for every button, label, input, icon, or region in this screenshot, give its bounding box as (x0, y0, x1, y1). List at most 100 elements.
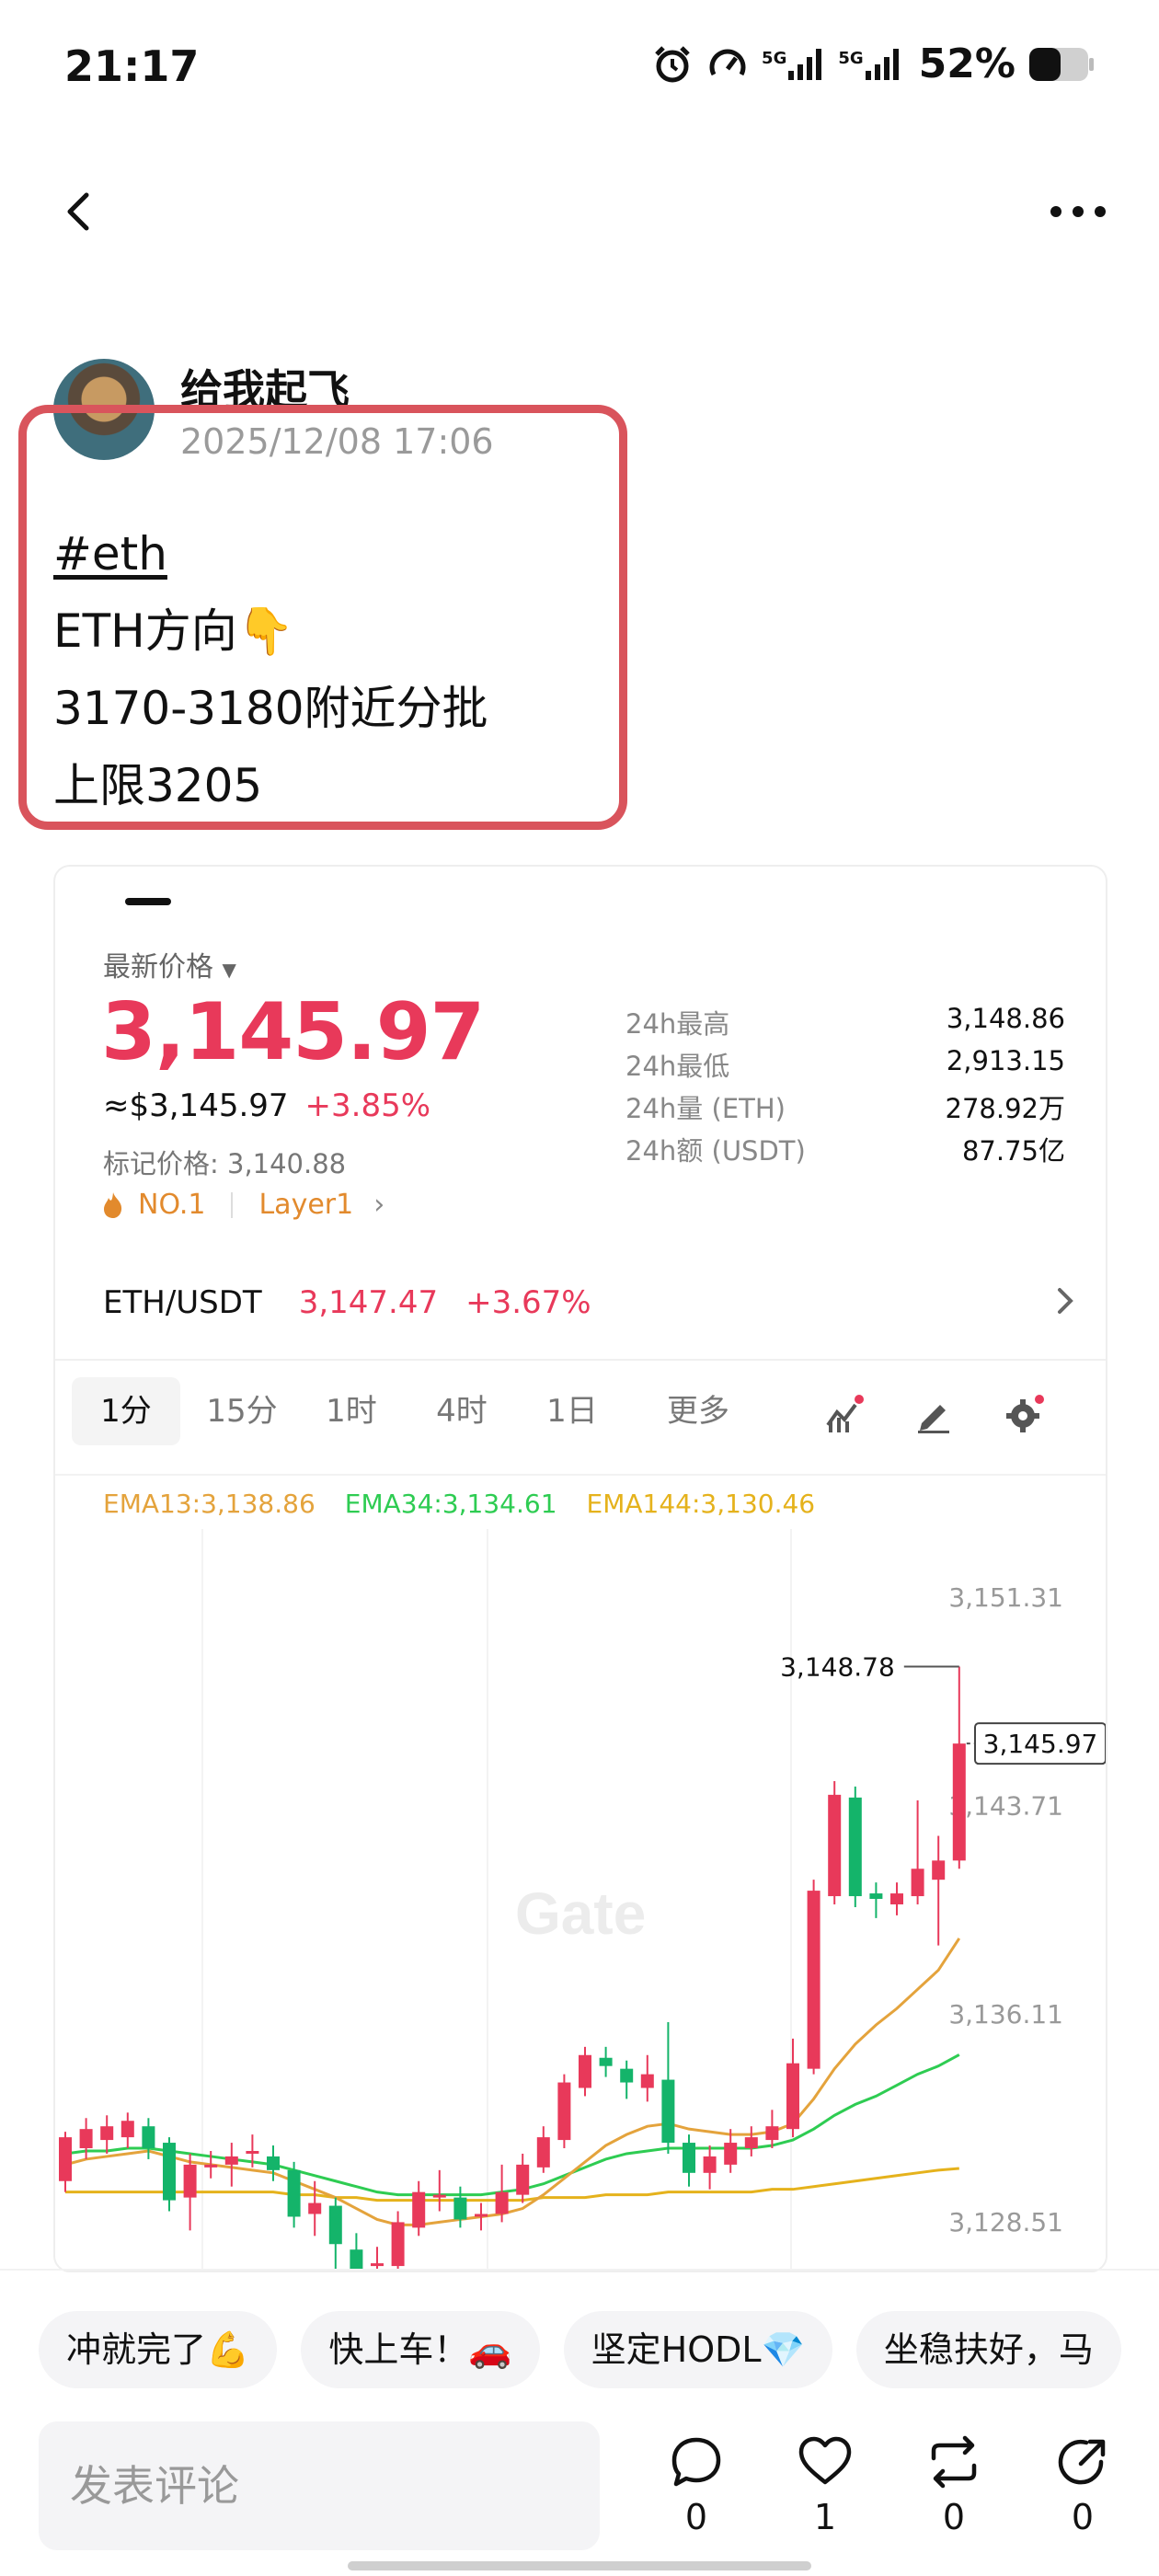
like-count: 1 (813, 2497, 837, 2537)
stat-label: 24h最低 (625, 1051, 730, 1082)
network-label-1: 5G (762, 48, 787, 68)
share-button[interactable]: 0 (1041, 2434, 1124, 2537)
last-price: 3,145.97 (101, 986, 485, 1078)
divider (0, 2269, 1159, 2271)
status-icons: 5G 5G 52% (651, 40, 1095, 87)
chevron-right-icon (1058, 1288, 1073, 1314)
interval-15m[interactable]: 15分 (191, 1377, 293, 1445)
stat-value: 87.75亿 (961, 1135, 1065, 1167)
latest-price-label-text: 最新价格 (103, 951, 213, 983)
candle-body (536, 2137, 550, 2168)
like-button[interactable]: 1 (784, 2434, 866, 2537)
candle-body (579, 2054, 591, 2088)
comment-bubble-icon (671, 2437, 721, 2487)
signal-2: 5G (838, 48, 901, 80)
candle-body (620, 2068, 634, 2083)
quick-comment-chip[interactable]: 冲就完了💪 (39, 2311, 278, 2388)
ema-legend: EMA13:3,138.86 EMA34:3,134.61 EMA144:3,1… (103, 1489, 815, 1519)
quick-comment-chip[interactable]: 坚定HODL💎 (563, 2311, 832, 2388)
comment-button[interactable]: 0 (655, 2434, 738, 2537)
draw-tool-icon[interactable] (914, 1394, 955, 1434)
candle-body (744, 2137, 758, 2149)
y-tick-label: 3,136.11 (948, 1999, 1063, 2030)
more-options-button[interactable] (1041, 193, 1115, 230)
more-dots-icon (1050, 206, 1106, 217)
ema144-label: EMA144:3,130.46 (586, 1489, 816, 1519)
candle-body (267, 2156, 280, 2170)
candle-body (932, 1860, 946, 1880)
speedometer-icon (709, 49, 746, 75)
ema34-line (64, 2053, 960, 2197)
battery-percent: 52% (918, 40, 1016, 87)
network-label-2: 5G (838, 48, 864, 68)
candle-body (640, 2074, 654, 2088)
heart-icon (798, 2436, 852, 2485)
y-tick-label: 3,143.71 (948, 1790, 1063, 1821)
rank-divider (231, 1191, 234, 1218)
rank-row[interactable]: NO.1 Layer1 › (101, 1189, 384, 1221)
candle-body (59, 2137, 72, 2181)
candle-body (79, 2129, 93, 2149)
repost-button[interactable]: 0 (912, 2434, 995, 2537)
candle-body (328, 2205, 342, 2245)
candle-body (703, 2156, 717, 2173)
candle-body (807, 1891, 820, 2069)
card-tabbar (55, 867, 1106, 913)
stat-label: 24h额 (USDT) (625, 1135, 806, 1167)
pair-name: ETH/USDT (103, 1284, 262, 1321)
repost-count: 0 (942, 2497, 966, 2537)
status-bar: 21:17 5G 5G 52% (0, 0, 1159, 138)
kline-chart[interactable]: Gate 3,151.31 3,143.71 3,136.11 3,128.51 3,14… (55, 1529, 1107, 2272)
back-button[interactable] (53, 184, 109, 239)
candle-body (890, 1893, 903, 1904)
candle-body (120, 2121, 134, 2138)
candle-body (475, 2214, 488, 2217)
candle-body (828, 1794, 842, 1897)
candle-body (765, 2126, 779, 2141)
interval-more[interactable]: 更多 (648, 1377, 749, 1445)
high-price-label: 3,148.78 (780, 1651, 895, 1682)
divider (55, 1359, 1106, 1361)
candle-body (911, 1869, 924, 1897)
pair-row[interactable]: ETH/USDT 3,147.47 +3.67% (103, 1284, 1078, 1321)
candle-body (599, 2057, 613, 2066)
candle-body (557, 2082, 571, 2141)
ema13-line (64, 1938, 961, 2226)
share-icon (1058, 2439, 1106, 2485)
candle-body (683, 2143, 695, 2173)
stat-row: 24h最高 3,148.86 (625, 1003, 1065, 1045)
price-change: +3.85% (304, 1087, 431, 1124)
repost-icon (931, 2435, 977, 2489)
alarm-icon (655, 45, 690, 82)
quick-comment-row: 冲就完了💪 快上车！🚗 坚定HODL💎 坐稳扶好，马 (39, 2311, 1159, 2394)
stat-value: 3,148.86 (946, 1003, 1065, 1034)
interval-1h[interactable]: 1时 (305, 1377, 397, 1445)
interval-1d[interactable]: 1日 (526, 1377, 618, 1445)
quick-comment-chip[interactable]: 坐稳扶好，马 (855, 2311, 1121, 2388)
interval-4h[interactable]: 4时 (416, 1377, 508, 1445)
indicators-icon[interactable] (824, 1394, 865, 1434)
usd-equivalent-value: ≈$3,145.97 (103, 1087, 289, 1124)
signal-1: 5G (762, 48, 825, 80)
ema34-label: EMA34:3,134.61 (344, 1489, 557, 1519)
signal-bars-icon (865, 48, 899, 80)
chevron-left-icon (67, 192, 89, 231)
stat-label: 24h最高 (625, 1008, 730, 1040)
candle-body (453, 2197, 467, 2220)
ema13-label: EMA13:3,138.86 (103, 1489, 316, 1519)
tab-indicator (125, 898, 171, 905)
chevron-right-icon: › (373, 1189, 385, 1221)
post-image-card[interactable]: 最新价格 ▼ 3,145.97 ≈$3,145.97 +3.85% 标记价格: 3… (53, 865, 1107, 2272)
quick-comment-chip[interactable]: 快上车！🚗 (301, 2311, 540, 2388)
interval-1m[interactable]: 1分 (72, 1377, 180, 1445)
settings-gear-icon[interactable] (1004, 1394, 1045, 1434)
candle-body (246, 2150, 259, 2154)
stat-label: 24h量 (ETH) (625, 1093, 786, 1124)
stat-value: 2,913.15 (946, 1045, 1065, 1076)
watermark-text: Gate (515, 1880, 646, 1947)
mark-price: 标记价格: 3,140.88 (103, 1148, 347, 1179)
candle-body (287, 2169, 301, 2217)
stat-row: 24h额 (USDT) 87.75亿 (625, 1130, 1065, 1172)
status-time: 21:17 (64, 41, 200, 91)
comment-input[interactable]: 发表评论 (39, 2421, 600, 2550)
